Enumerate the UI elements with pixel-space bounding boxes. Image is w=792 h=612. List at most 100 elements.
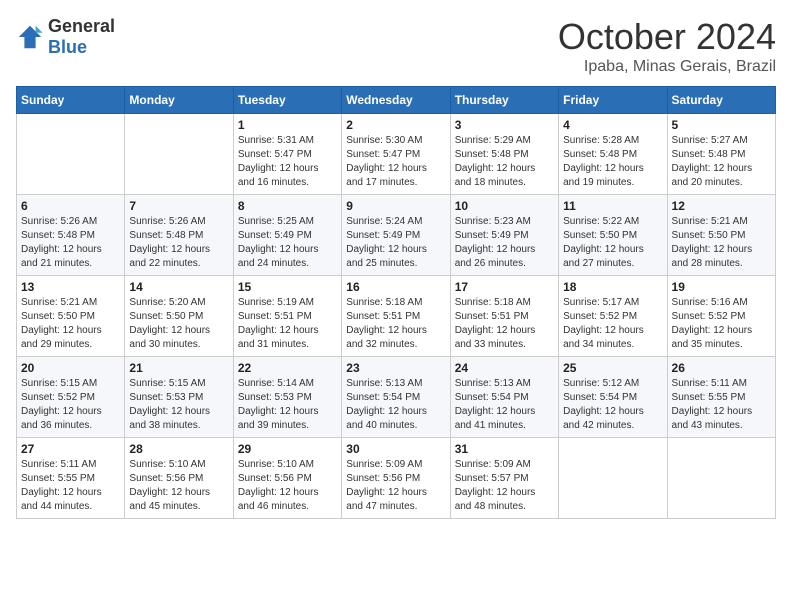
- day-number: 20: [21, 361, 120, 375]
- calendar-cell: 3 Sunrise: 5:29 AMSunset: 5:48 PMDaylight…: [450, 114, 558, 195]
- calendar-cell: [667, 438, 775, 519]
- day-number: 23: [346, 361, 445, 375]
- day-number: 3: [455, 118, 554, 132]
- weekday-header-tuesday: Tuesday: [233, 87, 341, 114]
- calendar-cell: [559, 438, 667, 519]
- calendar-cell: 24 Sunrise: 5:13 AMSunset: 5:54 PMDayligh…: [450, 357, 558, 438]
- calendar-cell: 14 Sunrise: 5:20 AMSunset: 5:50 PMDayligh…: [125, 276, 233, 357]
- calendar-cell: 20 Sunrise: 5:15 AMSunset: 5:52 PMDayligh…: [17, 357, 125, 438]
- week-row-3: 13 Sunrise: 5:21 AMSunset: 5:50 PMDayligh…: [17, 276, 776, 357]
- day-info: Sunrise: 5:17 AMSunset: 5:52 PMDaylight:…: [563, 296, 662, 352]
- weekday-header-sunday: Sunday: [17, 87, 125, 114]
- calendar-cell: 8Sunrise: 5:25 AMSunset: 5:49 PMDaylight…: [233, 195, 341, 276]
- day-number: 6: [21, 199, 120, 213]
- week-row-5: 27Sunrise: 5:11 AMSunset: 5:55 PMDayligh…: [17, 438, 776, 519]
- calendar-cell: 15 Sunrise: 5:19 AMSunset: 5:51 PMDayligh…: [233, 276, 341, 357]
- day-number: 2: [346, 118, 445, 132]
- calendar-cell: [17, 114, 125, 195]
- day-info: Sunrise: 5:19 AMSunset: 5:51 PMDaylight:…: [238, 296, 337, 352]
- calendar-cell: 22 Sunrise: 5:14 AMSunset: 5:53 PMDayligh…: [233, 357, 341, 438]
- calendar-cell: 19Sunrise: 5:16 AMSunset: 5:52 PMDayligh…: [667, 276, 775, 357]
- day-info: Sunrise: 5:22 AMSunset: 5:50 PMDaylight:…: [563, 215, 662, 271]
- week-row-2: 6 Sunrise: 5:26 AMSunset: 5:48 PMDaylight…: [17, 195, 776, 276]
- day-info: Sunrise: 5:30 AMSunset: 5:47 PMDaylight:…: [346, 134, 445, 190]
- day-number: 7: [129, 199, 228, 213]
- day-number: 15: [238, 280, 337, 294]
- title-area: October 2024 Ipaba, Minas Gerais, Brazil: [558, 16, 776, 76]
- logo-text-blue: Blue: [48, 37, 87, 57]
- day-number: 12: [672, 199, 771, 213]
- calendar-cell: 17Sunrise: 5:18 AMSunset: 5:51 PMDayligh…: [450, 276, 558, 357]
- location-title: Ipaba, Minas Gerais, Brazil: [558, 58, 776, 76]
- calendar-cell: 7 Sunrise: 5:26 AMSunset: 5:48 PMDaylight…: [125, 195, 233, 276]
- day-number: 11: [563, 199, 662, 213]
- day-info: Sunrise: 5:09 AMSunset: 5:57 PMDaylight:…: [455, 458, 554, 514]
- day-number: 22: [238, 361, 337, 375]
- calendar-cell: 28Sunrise: 5:10 AMSunset: 5:56 PMDayligh…: [125, 438, 233, 519]
- calendar-table: SundayMondayTuesdayWednesdayThursdayFrid…: [16, 86, 776, 519]
- day-info: Sunrise: 5:29 AMSunset: 5:48 PMDaylight:…: [455, 134, 554, 190]
- calendar-cell: 26 Sunrise: 5:11 AMSunset: 5:55 PMDayligh…: [667, 357, 775, 438]
- day-number: 28: [129, 442, 228, 456]
- day-info: Sunrise: 5:15 AMSunset: 5:52 PMDaylight:…: [21, 377, 120, 433]
- day-number: 24: [455, 361, 554, 375]
- day-info: Sunrise: 5:20 AMSunset: 5:50 PMDaylight:…: [129, 296, 228, 352]
- calendar-cell: 13 Sunrise: 5:21 AMSunset: 5:50 PMDayligh…: [17, 276, 125, 357]
- day-info: Sunrise: 5:31 AMSunset: 5:47 PMDaylight:…: [238, 134, 337, 190]
- calendar-cell: 16 Sunrise: 5:18 AMSunset: 5:51 PMDayligh…: [342, 276, 450, 357]
- day-number: 10: [455, 199, 554, 213]
- weekday-header-monday: Monday: [125, 87, 233, 114]
- calendar-cell: 25 Sunrise: 5:12 AMSunset: 5:54 PMDayligh…: [559, 357, 667, 438]
- calendar-cell: 30Sunrise: 5:09 AMSunset: 5:56 PMDayligh…: [342, 438, 450, 519]
- calendar-cell: 12 Sunrise: 5:21 AMSunset: 5:50 PMDayligh…: [667, 195, 775, 276]
- calendar-cell: 2 Sunrise: 5:30 AMSunset: 5:47 PMDaylight…: [342, 114, 450, 195]
- day-info: Sunrise: 5:14 AMSunset: 5:53 PMDaylight:…: [238, 377, 337, 433]
- day-number: 29: [238, 442, 337, 456]
- calendar-cell: 9Sunrise: 5:24 AMSunset: 5:49 PMDaylight…: [342, 195, 450, 276]
- day-info: Sunrise: 5:10 AMSunset: 5:56 PMDaylight:…: [238, 458, 337, 514]
- day-info: Sunrise: 5:13 AMSunset: 5:54 PMDaylight:…: [455, 377, 554, 433]
- day-number: 16: [346, 280, 445, 294]
- calendar-cell: 4 Sunrise: 5:28 AMSunset: 5:48 PMDaylight…: [559, 114, 667, 195]
- day-number: 19: [672, 280, 771, 294]
- month-title: October 2024: [558, 16, 776, 58]
- day-info: Sunrise: 5:27 AMSunset: 5:48 PMDaylight:…: [672, 134, 771, 190]
- weekday-header-wednesday: Wednesday: [342, 87, 450, 114]
- day-number: 25: [563, 361, 662, 375]
- day-info: Sunrise: 5:26 AMSunset: 5:48 PMDaylight:…: [21, 215, 120, 271]
- week-row-1: 1Sunrise: 5:31 AMSunset: 5:47 PMDaylight…: [17, 114, 776, 195]
- day-info: Sunrise: 5:21 AMSunset: 5:50 PMDaylight:…: [21, 296, 120, 352]
- day-number: 13: [21, 280, 120, 294]
- day-info: Sunrise: 5:28 AMSunset: 5:48 PMDaylight:…: [563, 134, 662, 190]
- calendar-cell: 11 Sunrise: 5:22 AMSunset: 5:50 PMDayligh…: [559, 195, 667, 276]
- day-number: 4: [563, 118, 662, 132]
- weekday-header-row: SundayMondayTuesdayWednesdayThursdayFrid…: [17, 87, 776, 114]
- logo: General Blue: [16, 16, 115, 58]
- day-info: Sunrise: 5:18 AMSunset: 5:51 PMDaylight:…: [455, 296, 554, 352]
- day-info: Sunrise: 5:13 AMSunset: 5:54 PMDaylight:…: [346, 377, 445, 433]
- day-info: Sunrise: 5:12 AMSunset: 5:54 PMDaylight:…: [563, 377, 662, 433]
- day-number: 30: [346, 442, 445, 456]
- calendar-cell: 23 Sunrise: 5:13 AMSunset: 5:54 PMDayligh…: [342, 357, 450, 438]
- weekday-header-thursday: Thursday: [450, 87, 558, 114]
- calendar-cell: [125, 114, 233, 195]
- day-info: Sunrise: 5:18 AMSunset: 5:51 PMDaylight:…: [346, 296, 445, 352]
- day-info: Sunrise: 5:11 AMSunset: 5:55 PMDaylight:…: [672, 377, 771, 433]
- logo-text-general: General: [48, 16, 115, 36]
- day-number: 9: [346, 199, 445, 213]
- day-info: Sunrise: 5:21 AMSunset: 5:50 PMDaylight:…: [672, 215, 771, 271]
- calendar-cell: 31 Sunrise: 5:09 AMSunset: 5:57 PMDayligh…: [450, 438, 558, 519]
- day-number: 5: [672, 118, 771, 132]
- day-info: Sunrise: 5:26 AMSunset: 5:48 PMDaylight:…: [129, 215, 228, 271]
- calendar-cell: 29 Sunrise: 5:10 AMSunset: 5:56 PMDayligh…: [233, 438, 341, 519]
- calendar-cell: 6 Sunrise: 5:26 AMSunset: 5:48 PMDaylight…: [17, 195, 125, 276]
- calendar-cell: 21Sunrise: 5:15 AMSunset: 5:53 PMDayligh…: [125, 357, 233, 438]
- day-number: 14: [129, 280, 228, 294]
- week-row-4: 20 Sunrise: 5:15 AMSunset: 5:52 PMDayligh…: [17, 357, 776, 438]
- calendar-cell: 1Sunrise: 5:31 AMSunset: 5:47 PMDaylight…: [233, 114, 341, 195]
- day-number: 31: [455, 442, 554, 456]
- day-info: Sunrise: 5:23 AMSunset: 5:49 PMDaylight:…: [455, 215, 554, 271]
- day-number: 26: [672, 361, 771, 375]
- logo-icon: [16, 23, 44, 51]
- calendar-cell: 10 Sunrise: 5:23 AMSunset: 5:49 PMDayligh…: [450, 195, 558, 276]
